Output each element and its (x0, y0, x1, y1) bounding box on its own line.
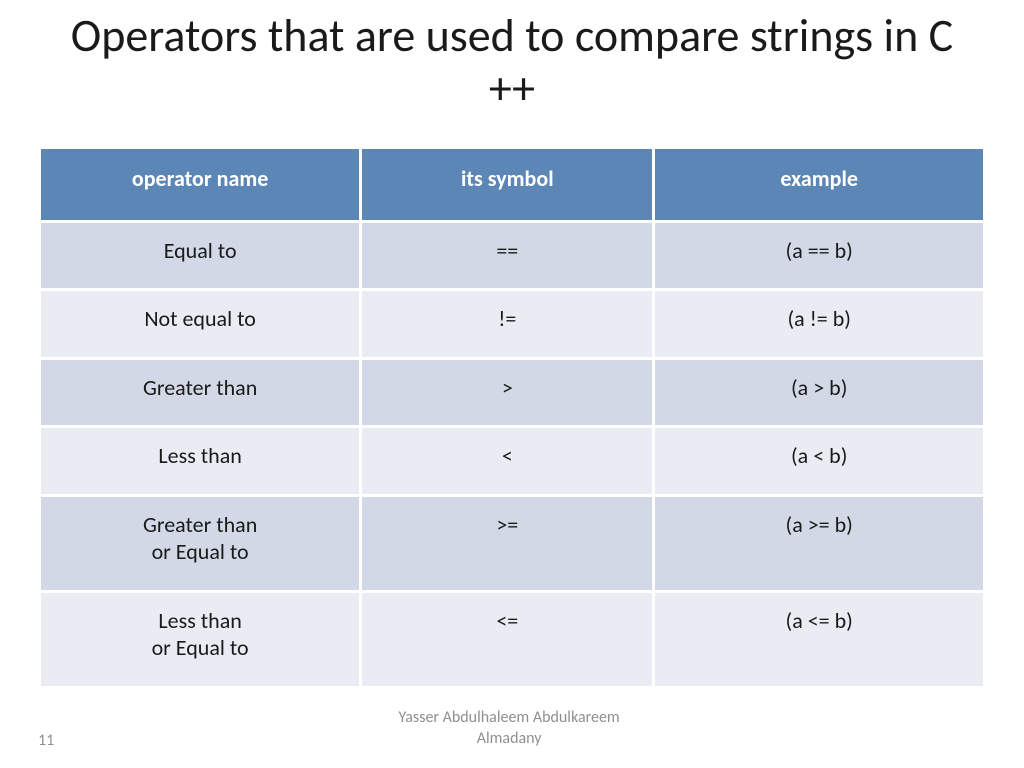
table-row: Greater than > (a > b) (41, 360, 983, 426)
cell-symbol: == (362, 223, 652, 289)
operators-table: operator name its symbol example Equal t… (38, 146, 986, 689)
cell-symbol: <= (362, 593, 652, 686)
cell-name: Less thanor Equal to (41, 593, 359, 686)
col-header-name: operator name (41, 149, 359, 220)
cell-example: (a > b) (655, 360, 983, 426)
cell-name: Equal to (41, 223, 359, 289)
table-row: Less than < (a < b) (41, 428, 983, 494)
table-row: Greater thanor Equal to >= (a >= b) (41, 497, 983, 590)
page-number: 11 (38, 731, 54, 750)
col-header-symbol: its symbol (362, 149, 652, 220)
table-row: Not equal to != (a != b) (41, 291, 983, 357)
cell-name: Not equal to (41, 291, 359, 357)
cell-example: (a != b) (655, 291, 983, 357)
cell-symbol: > (362, 360, 652, 426)
cell-example: (a <= b) (655, 593, 983, 686)
cell-name: Greater than (41, 360, 359, 426)
footer-author: Yasser Abdulhaleem AbdulkareemAlmadany (54, 708, 964, 750)
cell-example: (a >= b) (655, 497, 983, 590)
col-header-example: example (655, 149, 983, 220)
slide-footer: 11 Yasser Abdulhaleem AbdulkareemAlmadan… (0, 708, 1024, 750)
cell-symbol: >= (362, 497, 652, 590)
table-header: operator name its symbol example (41, 149, 983, 220)
table-body: Equal to == (a == b) Not equal to != (a … (41, 223, 983, 686)
page-title: Operators that are used to compare strin… (58, 10, 966, 116)
cell-symbol: != (362, 291, 652, 357)
cell-example: (a < b) (655, 428, 983, 494)
table-row: Less thanor Equal to <= (a <= b) (41, 593, 983, 686)
table-row: Equal to == (a == b) (41, 223, 983, 289)
cell-name: Greater thanor Equal to (41, 497, 359, 590)
cell-example: (a == b) (655, 223, 983, 289)
slide: Operators that are used to compare strin… (0, 0, 1024, 768)
cell-name: Less than (41, 428, 359, 494)
cell-symbol: < (362, 428, 652, 494)
